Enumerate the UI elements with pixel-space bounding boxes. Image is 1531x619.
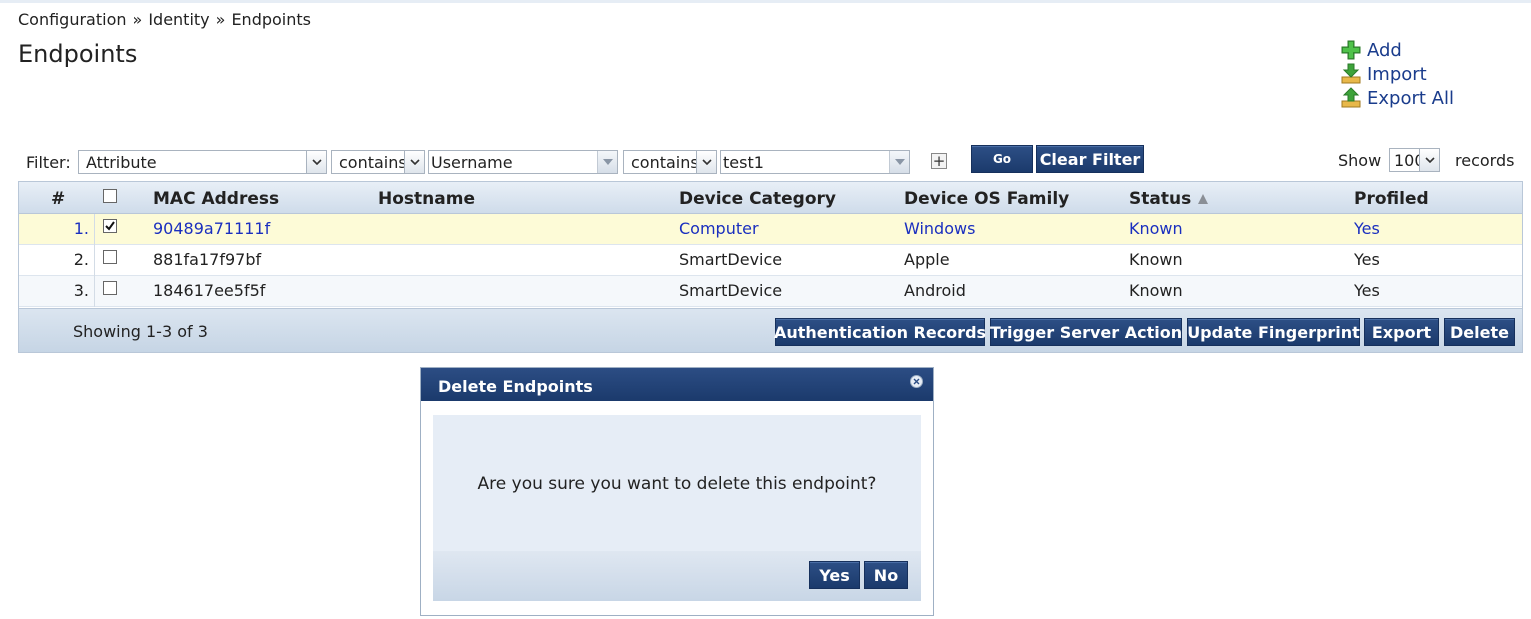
filter-bar: Filter: Attribute contains Username cont… bbox=[26, 145, 1521, 174]
breadcrumb-separator: » bbox=[132, 10, 143, 29]
clear-filter-button[interactable]: Clear Filter bbox=[1036, 145, 1144, 173]
chevron-down-icon bbox=[1419, 149, 1439, 171]
export-button[interactable]: Export bbox=[1364, 318, 1439, 346]
breadcrumb-identity[interactable]: Identity bbox=[148, 10, 209, 29]
dialog-title: Delete Endpoints bbox=[438, 377, 593, 396]
column-header-index: # bbox=[51, 189, 66, 209]
column-header-status[interactable]: Status bbox=[1129, 189, 1209, 209]
export-all-link[interactable]: Export All bbox=[1340, 86, 1454, 110]
cell-profiled: Yes bbox=[1354, 219, 1380, 238]
update-fingerprint-button[interactable]: Update Fingerprint bbox=[1187, 318, 1360, 346]
dialog-message: Are you sure you want to delete this end… bbox=[477, 474, 877, 494]
cell-status: Known bbox=[1129, 281, 1183, 300]
cell-category: SmartDevice bbox=[679, 281, 783, 300]
table-row[interactable]: 3. 184617ee5f5f SmartDevice Android Know… bbox=[19, 276, 1522, 307]
breadcrumb-endpoints: Endpoints bbox=[231, 10, 311, 29]
cell-category: SmartDevice bbox=[679, 250, 783, 269]
records-per-page-select[interactable]: 100 bbox=[1389, 148, 1440, 172]
page-title: Endpoints bbox=[18, 40, 138, 68]
authentication-records-button[interactable]: Authentication Records bbox=[774, 318, 986, 346]
row-index: 1. bbox=[19, 214, 95, 245]
checkmark-icon bbox=[105, 221, 115, 231]
breadcrumb-separator: » bbox=[215, 10, 226, 29]
go-button[interactable]: Go bbox=[971, 145, 1033, 173]
cell-status: Known bbox=[1129, 219, 1183, 238]
confirm-yes-button[interactable]: Yes bbox=[809, 561, 860, 589]
filter-attribute-select[interactable]: Attribute bbox=[78, 150, 327, 174]
column-header-status-label: Status bbox=[1129, 189, 1192, 209]
row-index: 3. bbox=[19, 276, 95, 307]
column-header-mac[interactable]: MAC Address bbox=[153, 189, 279, 209]
sort-ascending-icon bbox=[1198, 194, 1209, 204]
add-icon bbox=[1341, 40, 1361, 60]
confirm-no-button[interactable]: No bbox=[864, 561, 908, 589]
row-checkbox[interactable] bbox=[103, 219, 117, 233]
table-footer: Showing 1-3 of 3 Authentication Records … bbox=[19, 308, 1522, 352]
add-filter-plus-icon[interactable]: + bbox=[931, 153, 947, 169]
column-header-profiled[interactable]: Profiled bbox=[1354, 189, 1429, 209]
row-checkbox[interactable] bbox=[103, 281, 117, 295]
breadcrumb-configuration[interactable]: Configuration bbox=[18, 10, 127, 29]
breadcrumb: Configuration » Identity » Endpoints bbox=[18, 10, 311, 29]
export-all-label: Export All bbox=[1367, 87, 1454, 109]
column-header-os-family[interactable]: Device OS Family bbox=[904, 189, 1069, 209]
delete-button[interactable]: Delete bbox=[1444, 318, 1515, 346]
cell-os-family: Windows bbox=[904, 219, 976, 238]
table-row[interactable]: 2. 881fa17f97bf SmartDevice Apple Known … bbox=[19, 245, 1522, 276]
export-icon bbox=[1341, 87, 1361, 108]
show-label: Show bbox=[1338, 151, 1382, 170]
cell-profiled: Yes bbox=[1354, 281, 1380, 300]
filter-value-combo[interactable]: test1 bbox=[720, 150, 910, 174]
cell-category: Computer bbox=[679, 219, 759, 238]
trigger-server-action-button[interactable]: Trigger Server Action bbox=[990, 318, 1182, 346]
dialog-title-bar[interactable]: Delete Endpoints bbox=[421, 368, 933, 401]
add-label: Add bbox=[1367, 39, 1402, 61]
table-row[interactable]: 1. 90489a71111f Computer Windows Known Y… bbox=[19, 214, 1522, 245]
cell-status: Known bbox=[1129, 250, 1183, 269]
filter-operator-select-1[interactable]: contains bbox=[331, 150, 425, 174]
cell-mac[interactable]: 881fa17f97bf bbox=[153, 250, 261, 269]
select-all-checkbox[interactable] bbox=[103, 189, 117, 203]
top-border bbox=[0, 0, 1531, 3]
cell-mac[interactable]: 184617ee5f5f bbox=[153, 281, 265, 300]
records-label: records bbox=[1455, 151, 1515, 170]
delete-endpoints-dialog: Delete Endpoints Are you sure you want t… bbox=[420, 367, 934, 616]
chevron-down-icon bbox=[404, 151, 424, 173]
chevron-down-icon bbox=[696, 151, 716, 173]
import-label: Import bbox=[1367, 63, 1427, 85]
filter-operator-select-2[interactable]: contains bbox=[623, 150, 717, 174]
chevron-down-icon bbox=[597, 151, 617, 173]
cell-os-family: Apple bbox=[904, 250, 950, 269]
page-actions: Add Import Export All bbox=[1340, 38, 1454, 110]
filter-field-value: Username bbox=[431, 153, 513, 172]
filter-operator-value-2: contains bbox=[631, 153, 699, 172]
dialog-body: Are you sure you want to delete this end… bbox=[433, 415, 921, 551]
endpoints-table: # MAC Address Hostname Device Category D… bbox=[18, 181, 1523, 353]
filter-value-text: test1 bbox=[723, 153, 764, 172]
pagination-summary: Showing 1-3 of 3 bbox=[73, 322, 208, 341]
row-checkbox[interactable] bbox=[103, 250, 117, 264]
cell-profiled: Yes bbox=[1354, 250, 1380, 269]
dialog-footer: Yes No bbox=[433, 551, 921, 601]
filter-attribute-value: Attribute bbox=[86, 153, 157, 172]
close-icon[interactable] bbox=[910, 375, 923, 388]
row-index: 2. bbox=[19, 245, 95, 276]
filter-field-combo[interactable]: Username bbox=[428, 150, 618, 174]
filter-operator-value-1: contains bbox=[339, 153, 407, 172]
filter-label: Filter: bbox=[26, 153, 71, 172]
cell-os-family: Android bbox=[904, 281, 966, 300]
add-link[interactable]: Add bbox=[1340, 38, 1454, 62]
chevron-down-icon bbox=[306, 151, 326, 173]
table-header: # MAC Address Hostname Device Category D… bbox=[19, 182, 1522, 214]
import-link[interactable]: Import bbox=[1340, 62, 1454, 86]
column-header-category[interactable]: Device Category bbox=[679, 189, 836, 209]
cell-mac[interactable]: 90489a71111f bbox=[153, 219, 270, 238]
column-header-hostname[interactable]: Hostname bbox=[378, 189, 475, 209]
chevron-down-icon bbox=[889, 151, 909, 173]
import-icon bbox=[1341, 63, 1361, 84]
